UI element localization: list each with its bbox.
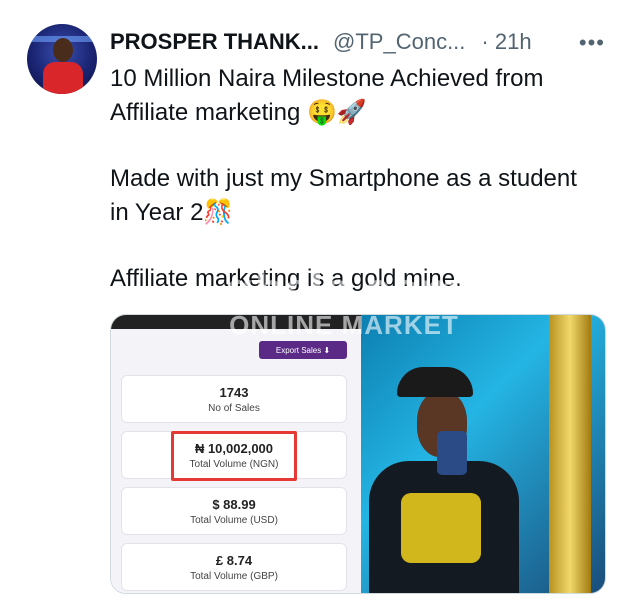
avatar-head [53, 38, 73, 62]
author-name[interactable]: PROSPER THANK... [110, 29, 319, 55]
selfie-photo[interactable] [361, 315, 605, 593]
more-options-icon[interactable]: ••• [579, 30, 605, 56]
tweet-line: Made with just my Smartphone as a studen… [110, 165, 577, 192]
tweet-line: Affiliate marketing 🤑🚀 [110, 99, 367, 126]
stat-card-usd: $ 88.99 Total Volume (USD) [121, 487, 347, 535]
tweet-media[interactable]: Export Sales ⬇ 1743 No of Sales ₦ 10,002… [110, 314, 606, 594]
shirt-print [401, 493, 481, 563]
phone [437, 431, 467, 475]
tweet-line: Affiliate marketing is a gold mine. [110, 265, 462, 292]
stat-card-sales: 1743 No of Sales [121, 375, 347, 423]
author-avatar[interactable] [27, 24, 97, 94]
stat-value: 1743 [219, 385, 249, 400]
tweet-header: PROSPER THANK... @TP_Conc... · 21h ••• [110, 28, 610, 56]
tweet-text: 10 Million Naira Milestone Achieved from… [110, 62, 620, 296]
stat-card-gbp: £ 8.74 Total Volume (GBP) [121, 543, 347, 591]
person-cap [397, 367, 473, 397]
stat-label: Total Volume (USD) [190, 515, 278, 526]
mirror-frame [549, 315, 591, 593]
avatar-body [43, 62, 83, 94]
phone-status-bar [111, 315, 361, 329]
stat-label: Total Volume (GBP) [190, 571, 278, 582]
author-handle[interactable]: @TP_Conc... [333, 29, 465, 55]
highlight-box [171, 431, 297, 481]
stat-value: $ 88.99 [212, 497, 256, 512]
tweet-time[interactable]: · 21h [481, 29, 531, 55]
tweet-line: 10 Million Naira Milestone Achieved from [110, 65, 544, 92]
stat-value: £ 8.74 [215, 553, 253, 568]
sales-screenshot[interactable]: Export Sales ⬇ 1743 No of Sales ₦ 10,002… [111, 315, 361, 593]
export-sales-button: Export Sales ⬇ [259, 341, 347, 359]
tweet-line: in Year 2🎊 [110, 199, 234, 226]
stat-label: No of Sales [208, 403, 260, 414]
